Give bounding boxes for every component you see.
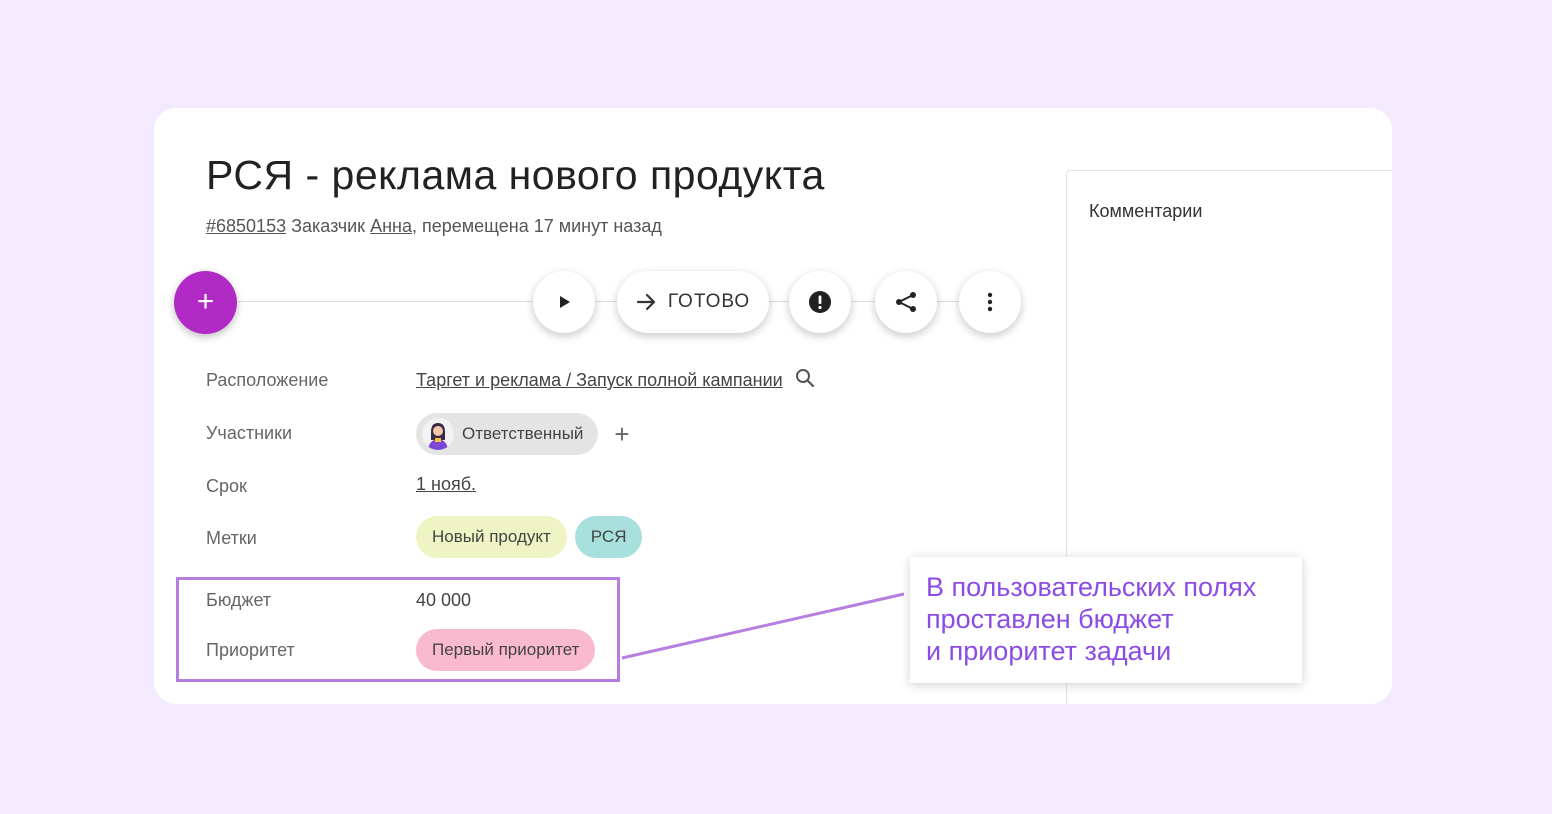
callout-box: В пользовательских полях проставлен бюдж… <box>910 557 1302 683</box>
callout-line: и приоритет задачи <box>926 636 1172 666</box>
callout-line: В пользовательских полях <box>926 572 1257 602</box>
callout-line: проставлен бюджет <box>926 604 1174 634</box>
custom-fields-highlight <box>176 577 620 682</box>
callout-connector <box>621 592 905 660</box>
